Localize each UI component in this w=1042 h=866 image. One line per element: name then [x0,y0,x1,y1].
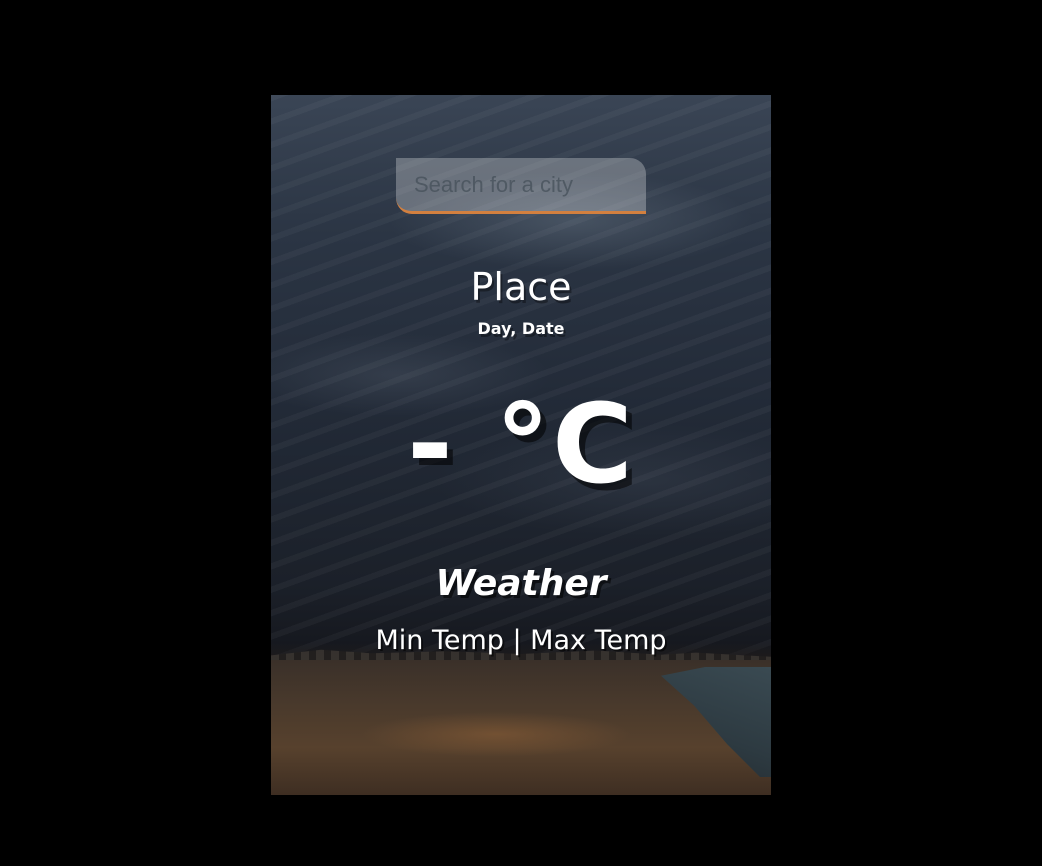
weather-condition: Weather [435,563,607,604]
weather-app: Place Day, Date - °C Weather Min Temp | … [271,95,771,795]
min-max-temperature: Min Temp | Max Temp [375,625,667,656]
search-input[interactable] [396,158,646,214]
temperature-value: - [407,380,455,508]
location-date: Day, Date [477,319,565,338]
location-city: Place [470,265,572,309]
temperature-unit: °C [495,380,635,508]
current-temperature: - °C [271,380,771,508]
